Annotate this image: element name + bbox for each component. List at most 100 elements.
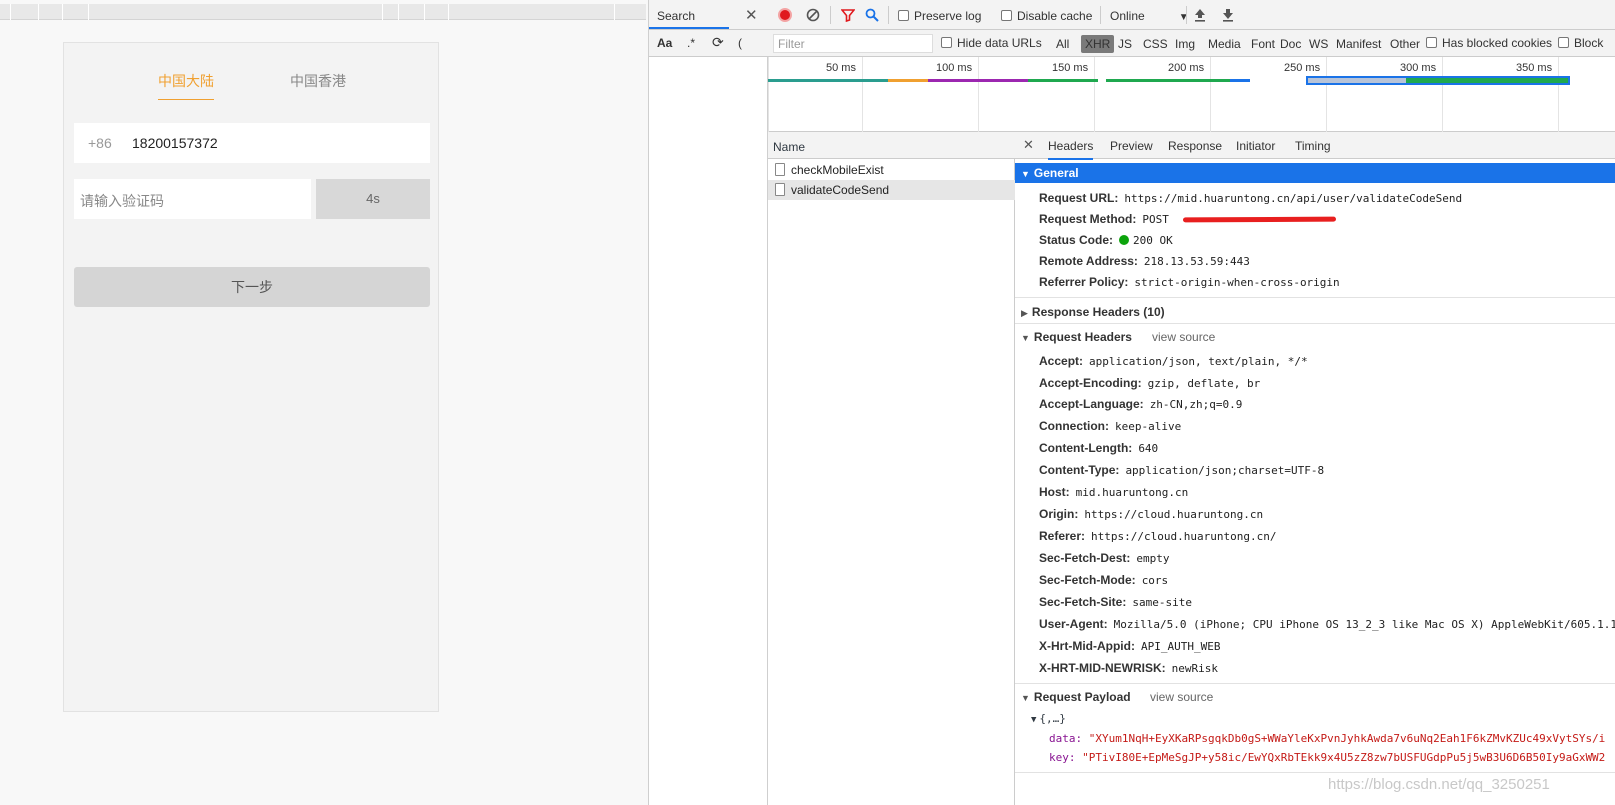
tab-search[interactable]: Search — [657, 9, 695, 23]
tab-timing[interactable]: Timing — [1295, 139, 1331, 153]
network-toolbar: Preserve log Disable cache Online ▼ — [768, 0, 1615, 30]
header-value: 640 — [1138, 442, 1159, 455]
close-icon[interactable]: ✕ — [1023, 137, 1034, 153]
header-value: empty — [1136, 552, 1170, 565]
timeline-overview[interactable]: 50 ms 100 ms 150 ms 200 ms 250 ms 300 ms… — [768, 57, 1615, 132]
match-case-toggle[interactable]: Aa — [657, 36, 672, 50]
tab-response[interactable]: Response — [1168, 139, 1222, 153]
tab-headers[interactable]: Headers — [1048, 139, 1094, 160]
header-key: Connection: — [1039, 419, 1109, 433]
filter-js[interactable]: JS — [1118, 37, 1132, 51]
header-key: Origin: — [1039, 507, 1079, 521]
send-code-button[interactable]: 4s — [316, 179, 430, 219]
next-step-button[interactable]: 下一步 — [74, 267, 430, 307]
header-value: application/json, text/plain, */* — [1089, 355, 1308, 368]
filter-css[interactable]: CSS — [1143, 37, 1168, 51]
refresh-icon[interactable]: ⟳ — [712, 34, 724, 51]
header-value: 200 OK — [1133, 234, 1173, 247]
header-key: Referer: — [1039, 529, 1086, 543]
request-header-row: Host: mid.huaruntong.cn — [1039, 485, 1188, 499]
checkbox-icon — [941, 37, 952, 48]
tab-preview[interactable]: Preview — [1110, 139, 1153, 153]
filter-other[interactable]: Other — [1390, 37, 1420, 51]
tab-hong-kong[interactable]: 中国香港 — [290, 71, 346, 91]
header-value: application/json;charset=UTF-8 — [1125, 464, 1325, 477]
request-headers-title: Request Headers — [1033, 330, 1132, 344]
code-field[interactable]: 请输入验证码 — [74, 179, 311, 219]
header-value: mid.huaruntong.cn — [1075, 486, 1189, 499]
filter-doc[interactable]: Doc — [1280, 37, 1301, 51]
filter-all[interactable]: All — [1056, 37, 1069, 51]
response-headers-section[interactable]: ▶ Response Headers (10) — [1021, 305, 1165, 319]
timeline-tick-label: 250 ms — [1284, 62, 1321, 74]
request-header-row: Referer: https://cloud.huaruntong.cn/ — [1039, 529, 1276, 543]
timeline-selection[interactable] — [1306, 76, 1570, 85]
filter-font[interactable]: Font — [1251, 37, 1275, 51]
request-payload-section[interactable]: ▼ Request Payload — [1021, 690, 1131, 704]
header-key: Content-Length: — [1039, 441, 1133, 455]
request-header-row: Accept-Language: zh-CN,zh;q=0.9 — [1039, 397, 1242, 411]
general-section-header[interactable]: ▼ General — [1015, 163, 1615, 183]
search-options: Aa .* ⟳ ( — [649, 30, 769, 57]
search-drawer: Search ✕ Aa .* ⟳ ( — [648, 0, 769, 805]
clear-icon[interactable]: ( — [738, 36, 742, 50]
timeline-tick-label: 300 ms — [1400, 62, 1437, 74]
filter-manifest[interactable]: Manifest — [1336, 37, 1381, 51]
annotation-underline — [1182, 216, 1337, 223]
throttle-select[interactable]: Online ▼ — [1110, 9, 1189, 23]
timeline-grid-line — [978, 57, 979, 132]
payload-value: "PTivI80E+EpMeSgJP+y58ic/EwYQxRbTEkk9x4U… — [1082, 751, 1606, 764]
timeline-grid-line — [1094, 57, 1095, 132]
filter-media[interactable]: Media — [1208, 37, 1241, 51]
column-header-name[interactable]: Name — [768, 132, 1015, 159]
request-headers-section[interactable]: ▼ Request Headers — [1021, 330, 1132, 344]
preserve-log-checkbox[interactable]: Preserve log — [898, 9, 981, 23]
timeline-grid-line — [1442, 57, 1443, 132]
filter-xhr[interactable]: XHR — [1081, 35, 1115, 53]
view-source-link[interactable]: view source — [1150, 690, 1213, 704]
header-value: zh-CN,zh;q=0.9 — [1149, 398, 1243, 411]
export-icon[interactable] — [1222, 8, 1234, 22]
record-icon[interactable] — [778, 8, 792, 22]
close-icon[interactable]: ✕ — [745, 6, 758, 24]
header-key: Sec-Fetch-Dest: — [1039, 551, 1131, 565]
payload-root[interactable]: ▼ {,…} — [1031, 712, 1066, 725]
filter-input[interactable]: Filter — [773, 34, 933, 53]
payload-row: key: "PTivI80E+EpMeSgJP+y58ic/EwYQxRbTEk… — [1049, 751, 1605, 764]
hide-data-urls-checkbox[interactable]: Hide data URLs — [941, 36, 1042, 50]
response-headers-title: Response Headers (10) — [1031, 305, 1165, 319]
chevron-down-icon: ▼ — [1178, 12, 1189, 23]
login-page: 中国大陆 中国香港 +86 18200157372 请输入验证码 4s 下一步 — [63, 42, 439, 712]
timeline-tick-label: 150 ms — [1052, 62, 1089, 74]
divider — [1015, 772, 1615, 773]
blocked-requests-checkbox[interactable]: Block — [1558, 36, 1603, 50]
view-source-link[interactable]: view source — [1152, 330, 1215, 344]
regex-toggle[interactable]: .* — [687, 36, 695, 50]
filter-ws[interactable]: WS — [1309, 37, 1328, 51]
import-icon[interactable] — [1194, 8, 1206, 22]
disable-cache-checkbox[interactable]: Disable cache — [1001, 9, 1092, 23]
device-ruler — [0, 4, 646, 20]
header-value: Mozilla/5.0 (iPhone; CPU iPhone OS 13_2_… — [1113, 618, 1615, 631]
request-row-selected[interactable]: validateCodeSend — [768, 180, 1015, 200]
request-header-row: X-HRT-MID-NEWRISK: newRisk — [1039, 661, 1218, 675]
general-row: Request URL: https://mid.huaruntong.cn/ap… — [1039, 191, 1462, 205]
timeline-bar — [1028, 79, 1098, 82]
tab-initiator[interactable]: Initiator — [1236, 139, 1275, 153]
header-key: Host: — [1039, 485, 1070, 499]
filter-img[interactable]: Img — [1175, 37, 1195, 51]
search-icon[interactable] — [865, 8, 879, 22]
request-row[interactable]: checkMobileExist — [768, 160, 1015, 180]
tab-mainland[interactable]: 中国大陆 — [158, 71, 214, 100]
has-blocked-cookies-checkbox[interactable]: Has blocked cookies — [1426, 36, 1552, 50]
has-blocked-cookies-label: Has blocked cookies — [1442, 36, 1553, 50]
triangle-down-icon: ▼ — [1031, 715, 1037, 725]
timeline-bar — [928, 79, 1028, 82]
request-name: checkMobileExist — [791, 163, 884, 177]
timeline-bar — [888, 79, 928, 82]
payload-value: "XYum1NqH+EyXKaRPsgqkDb0gS+WWaYleKxPvnJy… — [1088, 732, 1606, 745]
filter-icon[interactable] — [841, 8, 855, 22]
header-key: Accept-Language: — [1039, 397, 1144, 411]
phone-field[interactable]: +86 18200157372 — [74, 123, 430, 163]
clear-log-icon[interactable] — [806, 8, 820, 22]
